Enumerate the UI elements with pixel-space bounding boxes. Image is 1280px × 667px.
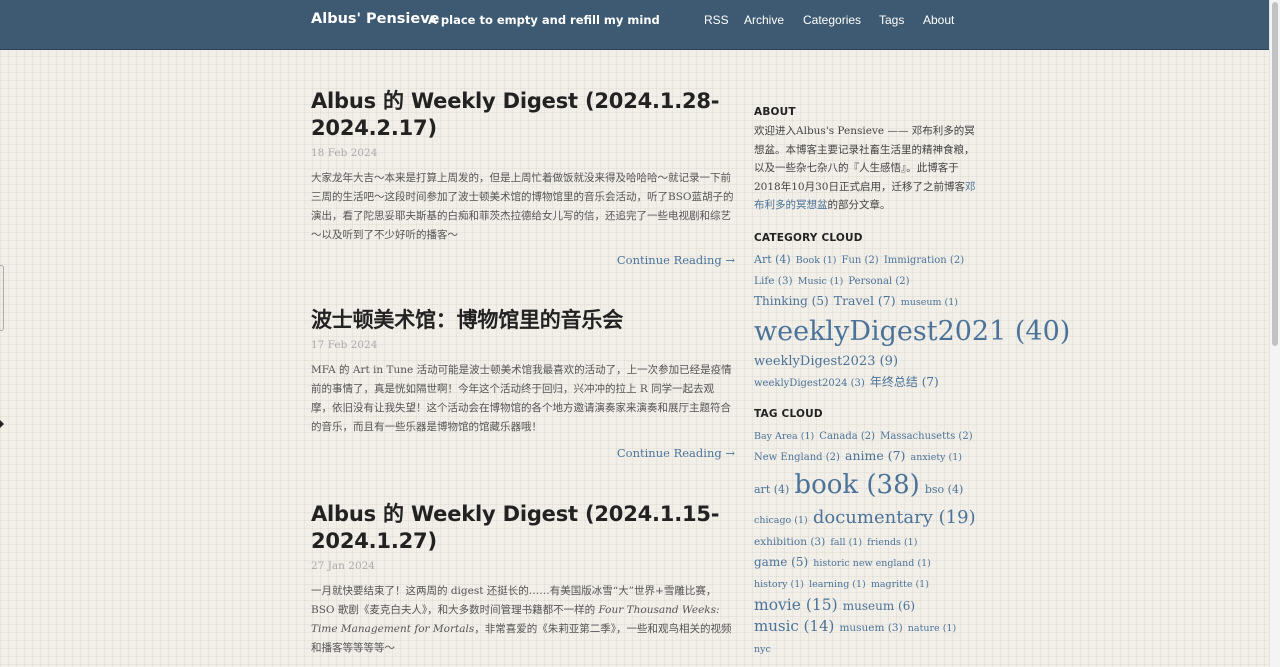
about-text-b: 的部分文章。 <box>827 199 891 212</box>
category-link[interactable]: weeklyDigest2024 (3) <box>754 378 865 389</box>
caret-right-icon <box>0 420 4 428</box>
post-item: Albus 的 Weekly Digest (2024.1.28-2024.2.… <box>311 88 735 272</box>
tag-link[interactable]: magritte (1) <box>871 579 929 590</box>
tag-link[interactable]: music (14) <box>754 617 834 635</box>
scrollbar-thumb[interactable] <box>1272 2 1278 346</box>
tag-link[interactable]: anime (7) <box>845 448 905 463</box>
category-link[interactable]: Music (1) <box>798 276 844 287</box>
post-excerpt: 一月就快要结束了！这两周的 digest 还挺长的……有美国版冰雪“大”世界+雪… <box>311 582 735 658</box>
tag-link[interactable]: art (4) <box>754 483 789 496</box>
post-excerpt: 大家龙年大吉～本来是打算上周发的，但是上周忙着做饭就没来得及哈哈哈～就记录一下前… <box>311 172 734 241</box>
category-link[interactable]: museum (1) <box>901 297 958 308</box>
post-title-link[interactable]: 波士顿美术馆：博物馆里的音乐会 <box>311 307 735 334</box>
tag-link[interactable]: musuem (3) <box>839 622 902 634</box>
category-link[interactable]: Immigration (2) <box>884 255 964 266</box>
post-item: 波士顿美术馆：博物馆里的音乐会 17 Feb 2024 MFA 的 Art in… <box>311 307 735 467</box>
post-excerpt: MFA 的 Art in Tune 活动可能是波士顿美术馆我最喜欢的活动了，上一… <box>311 364 732 433</box>
post-item: Albus 的 Weekly Digest (2024.1.15-2024.1.… <box>311 501 735 658</box>
nav-rss[interactable]: RSS <box>704 13 729 27</box>
tag-link[interactable]: chicago (1) <box>754 515 808 526</box>
tag-link[interactable]: Bay Area (1) <box>754 431 814 442</box>
tag-link[interactable]: friends (1) <box>867 537 917 548</box>
category-link[interactable]: Travel (7) <box>834 293 896 308</box>
post-date: 17 Feb 2024 <box>311 339 378 351</box>
site-title-link[interactable]: Albus' Pensieve <box>311 11 440 27</box>
nav-tags[interactable]: Tags <box>879 13 904 27</box>
tag-link[interactable]: book (38) <box>794 470 919 500</box>
about-heading: ABOUT <box>754 106 796 118</box>
post-title-link[interactable]: Albus 的 Weekly Digest (2024.1.15-2024.1.… <box>311 501 735 555</box>
tag-link[interactable]: museum (6) <box>843 599 915 613</box>
about-text: 欢迎进入Albus's Pensieve —— 邓布利多的冥想盆。本博客主要记录… <box>754 122 976 215</box>
about-text-a: 欢迎进入Albus's Pensieve —— 邓布利多的冥想盆。本博客主要记录… <box>754 125 975 193</box>
category-cloud-heading: CATEGORY CLOUD <box>754 231 863 244</box>
tag-link[interactable]: nyc <box>754 644 771 655</box>
category-link[interactable]: Personal (2) <box>848 276 909 287</box>
tag-link[interactable]: exhibition (3) <box>754 536 825 548</box>
site-subtitle: A place to empty and refill my mind <box>428 13 660 27</box>
post-date: 27 Jan 2024 <box>311 560 375 572</box>
tag-link[interactable]: New England (2) <box>754 452 840 463</box>
category-link[interactable]: Art (4) <box>754 253 791 266</box>
category-link[interactable]: 年终总结 (7) <box>870 375 939 389</box>
top-navbar: Albus' Pensieve A place to empty and ref… <box>0 0 1270 50</box>
category-link[interactable]: Book (1) <box>796 255 837 266</box>
nav-about[interactable]: About <box>923 13 954 27</box>
tag-cloud: Bay Area (1) Canada (2) Massachusetts (2… <box>754 425 976 659</box>
post-date: 18 Feb 2024 <box>311 147 378 159</box>
tag-link[interactable]: nature (1) <box>908 623 956 634</box>
tag-link[interactable]: anxiety (1) <box>911 452 962 463</box>
tag-link[interactable]: Canada (2) <box>819 431 875 442</box>
side-panel-handle[interactable] <box>0 265 4 331</box>
tag-link[interactable]: historic new england (1) <box>813 558 931 569</box>
sidebar: ABOUT 欢迎进入Albus's Pensieve —— 邓布利多的冥想盆。本… <box>754 106 1070 659</box>
continue-reading-link[interactable]: Continue Reading → <box>617 253 735 267</box>
category-link[interactable]: weeklyDigest2021 (40) <box>754 316 1070 347</box>
category-link[interactable]: Thinking (5) <box>754 294 829 308</box>
tag-link[interactable]: movie (15) <box>754 596 838 614</box>
category-link[interactable]: Life (3) <box>754 275 793 287</box>
tag-link[interactable]: learning (1) <box>809 579 866 590</box>
nav-categories[interactable]: Categories <box>803 13 861 27</box>
nav-archive[interactable]: Archive <box>744 13 784 27</box>
scrollbar[interactable] <box>1269 0 1280 667</box>
category-cloud: Art (4) Book (1) Fun (2) Immigration (2)… <box>754 249 1070 393</box>
tag-link[interactable]: game (5) <box>754 555 808 569</box>
tag-cloud-heading: TAG CLOUD <box>754 407 823 420</box>
tag-link[interactable]: history (1) <box>754 579 804 590</box>
tag-link[interactable]: Massachusetts (2) <box>880 431 972 442</box>
tag-link[interactable]: bso (4) <box>925 483 963 496</box>
tag-link[interactable]: fall (1) <box>830 537 862 548</box>
continue-reading-link[interactable]: Continue Reading → <box>617 446 735 460</box>
category-link[interactable]: weeklyDigest2023 (9) <box>754 354 898 369</box>
tag-link[interactable]: documentary (19) <box>813 507 976 528</box>
post-title-link[interactable]: Albus 的 Weekly Digest (2024.1.28-2024.2.… <box>311 88 735 142</box>
category-link[interactable]: Fun (2) <box>842 255 879 266</box>
